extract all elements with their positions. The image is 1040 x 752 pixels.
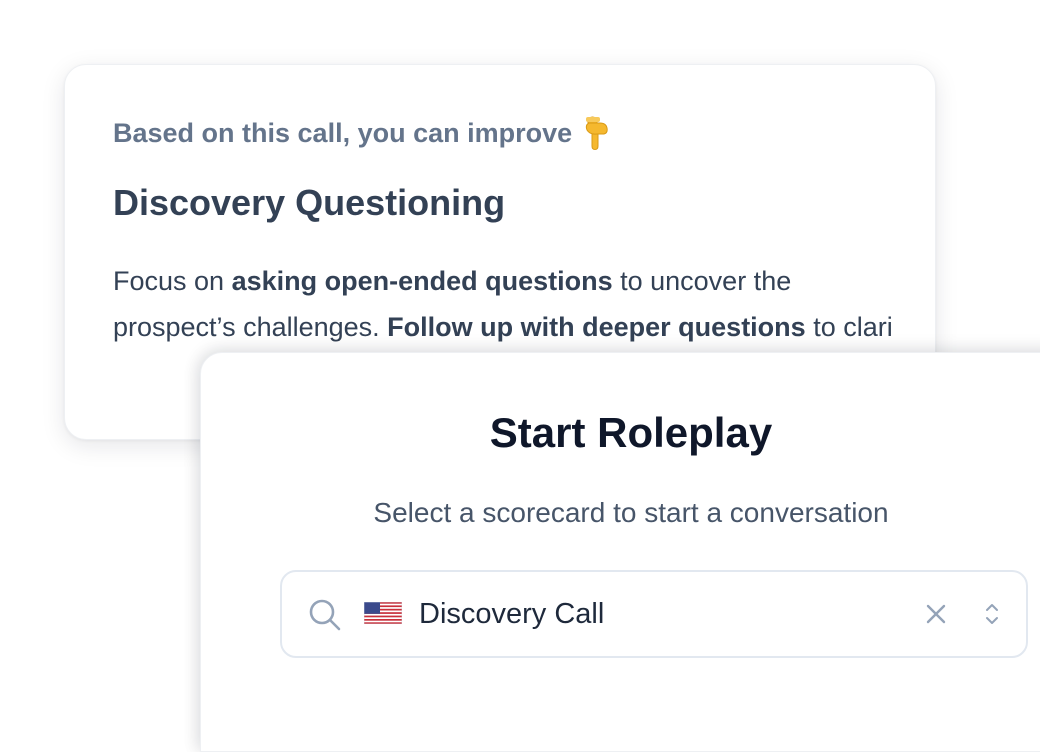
feedback-text: to clari [805,312,893,342]
skill-title: Discovery Questioning [113,182,506,223]
improvement-label-text: Based on this call, you can improve [113,118,573,148]
chevron-up-down-icon[interactable] [982,600,1002,628]
scorecard-search-input[interactable]: Discovery Call [280,570,1028,658]
feedback-emphasis: asking open-ended questions [231,266,613,296]
selected-scorecard: Discovery Call [419,598,605,630]
close-icon[interactable] [924,602,948,626]
start-roleplay-modal: Start Roleplay Select a scorecard to sta… [200,352,1040,752]
improvement-label: Based on this call, you can improve [113,115,610,151]
search-icon [309,599,341,631]
feedback-text: Focus on [113,266,232,296]
pointing-down-hand-icon [585,116,608,151]
modal-subtitle: Select a scorecard to start a conversati… [373,497,889,528]
feedback-body: Focus on asking open-ended questions to … [113,258,903,350]
us-flag-icon [364,602,402,624]
feedback-emphasis: Follow up with deeper questions [387,312,806,342]
modal-title: Start Roleplay [489,409,773,456]
